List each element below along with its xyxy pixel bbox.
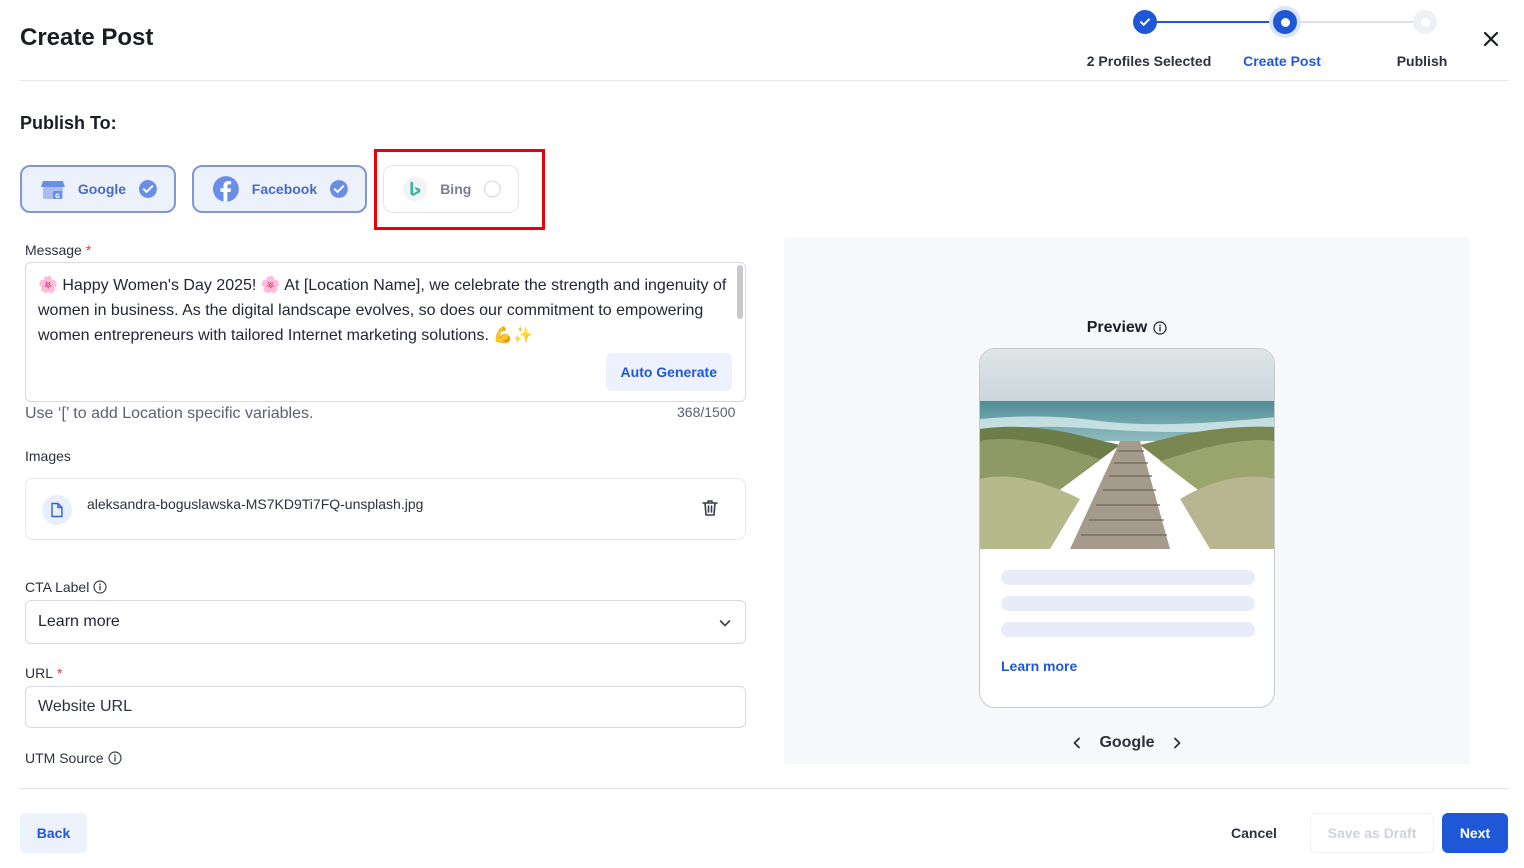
text-placeholder-line — [1001, 622, 1255, 637]
progress-stepper: 2 Profiles Selected Create Post Publish — [1060, 8, 1480, 78]
chevron-down-icon — [719, 620, 731, 627]
page-title: Create Post — [20, 24, 154, 51]
page-header: Create Post 2 Profiles Selected Create P… — [20, 0, 1508, 81]
auto-generate-button[interactable]: Auto Generate — [605, 353, 732, 391]
file-icon-wrapper — [42, 495, 72, 525]
profile-chip-facebook[interactable]: Facebook — [192, 165, 367, 213]
utm-source-label: UTM Source — [25, 750, 122, 766]
utm-label-text: UTM Source — [25, 750, 104, 766]
step-pending-icon — [1413, 10, 1437, 34]
google-business-icon: G — [40, 181, 65, 200]
preview-title-text: Preview — [1086, 319, 1148, 336]
required-mark: * — [85, 242, 92, 258]
cta-select[interactable]: Learn more — [25, 600, 746, 644]
footer-divider — [20, 788, 1508, 789]
profile-chip-bing[interactable]: Bing — [383, 165, 519, 213]
info-icon[interactable] — [1153, 321, 1167, 335]
message-textarea[interactable]: 🌸 Happy Women's Day 2025! 🌸 At [Location… — [25, 262, 746, 402]
step-line-pending — [1285, 21, 1425, 23]
close-icon — [1483, 31, 1499, 47]
required-mark: * — [57, 665, 63, 681]
profile-chip-label: Google — [77, 181, 127, 197]
back-button[interactable]: Back — [20, 813, 87, 853]
step-current-icon — [1273, 10, 1297, 34]
step-label-publish: Publish — [1396, 53, 1448, 69]
phone-preview: Learn more — [979, 348, 1275, 708]
publish-to-heading: Publish To: — [20, 113, 117, 133]
post-image-preview — [980, 349, 1274, 549]
check-circle-icon — [139, 180, 158, 198]
info-icon[interactable] — [93, 580, 107, 594]
image-file-item: aleksandra-boguslawska-MS7KD9Ti7FQ-unspl… — [25, 478, 746, 540]
save-as-draft-button[interactable]: Save as Draft — [1310, 813, 1434, 853]
close-button[interactable] — [1480, 28, 1502, 50]
file-icon — [51, 502, 63, 518]
chevron-left-icon[interactable] — [1069, 735, 1085, 751]
character-counter: 368/1500 — [677, 404, 736, 420]
delete-image-button[interactable] — [699, 497, 721, 519]
preview-title: Preview — [784, 319, 1470, 337]
variables-hint: Use ‘[’ to add Location specific variabl… — [25, 405, 314, 422]
cta-select-value: Learn more — [38, 613, 120, 630]
trash-icon — [702, 500, 718, 516]
preview-panel: Preview Learn more Google — [784, 237, 1470, 764]
cancel-button[interactable]: Cancel — [1221, 813, 1287, 853]
preview-platform-name: Google — [1099, 734, 1155, 751]
platform-switcher: Google — [784, 734, 1470, 752]
empty-circle-icon — [483, 180, 502, 198]
bing-icon — [402, 176, 428, 202]
profile-chip-google[interactable]: G Google — [20, 165, 176, 213]
step-done-icon — [1133, 10, 1157, 34]
url-label: URL * — [25, 665, 62, 681]
step-label-profiles: 2 Profiles Selected — [1086, 53, 1212, 69]
message-label-text: Message — [25, 242, 82, 258]
profile-chip-label: Facebook — [251, 181, 318, 197]
next-button[interactable]: Next — [1442, 813, 1508, 853]
preview-cta-link[interactable]: Learn more — [1001, 658, 1077, 674]
message-text[interactable]: 🌸 Happy Women's Day 2025! 🌸 At [Location… — [38, 273, 728, 348]
cta-label-text: CTA Label — [25, 579, 90, 595]
check-circle-icon — [330, 180, 349, 198]
profile-chip-label: Bing — [440, 181, 472, 197]
step-label-create-post: Create Post — [1243, 53, 1321, 69]
step-line-complete — [1145, 21, 1285, 23]
info-icon[interactable] — [107, 751, 122, 765]
message-label: Message * — [25, 242, 91, 258]
url-input[interactable] — [25, 686, 746, 728]
chevron-right-icon[interactable] — [1169, 735, 1185, 751]
images-label: Images — [25, 448, 71, 464]
text-placeholder-line — [1001, 570, 1255, 585]
message-scrollbar[interactable] — [737, 265, 743, 319]
text-placeholder-line — [1001, 596, 1255, 611]
cta-label: CTA Label — [25, 579, 107, 595]
svg-text:G: G — [55, 193, 60, 200]
facebook-icon — [212, 176, 239, 202]
file-name: aleksandra-boguslawska-MS7KD9Ti7FQ-unspl… — [87, 496, 424, 512]
url-label-text: URL — [25, 665, 54, 681]
